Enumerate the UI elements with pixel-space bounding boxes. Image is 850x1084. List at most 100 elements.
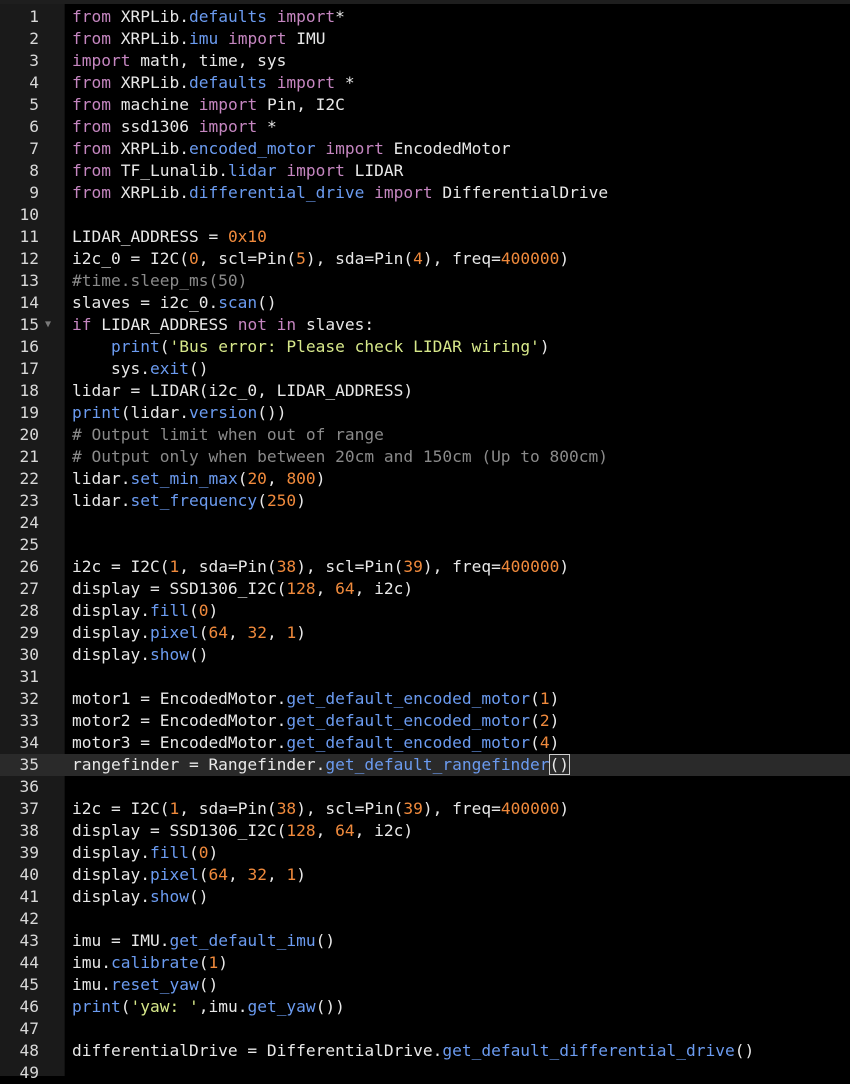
code-line-7[interactable]: 7 from XRPLib.encoded_motor import Encode… <box>0 138 850 160</box>
code-line-32[interactable]: 32 motor1 = EncodedMotor.get_default_enco… <box>0 688 850 710</box>
code-text[interactable]: imu = IMU.get_default_imu() <box>72 930 335 952</box>
code-text[interactable]: from XRPLib.defaults import * <box>72 72 355 94</box>
code-text[interactable]: display.show() <box>72 886 208 908</box>
code-line-16[interactable]: 16 print('Bus error: Please check LIDAR … <box>0 336 850 358</box>
line-number: 2 <box>29 29 39 48</box>
code-line-27[interactable]: 27 display = SSD1306_I2C(128, 64, i2c) <box>0 578 850 600</box>
code-line-39[interactable]: 39 display.fill(0) <box>0 842 850 864</box>
code-text[interactable]: from XRPLib.encoded_motor import Encoded… <box>72 138 511 160</box>
code-line-25[interactable]: 25 <box>0 534 850 556</box>
code-editor[interactable]: 1 from XRPLib.defaults import* 2 from XRPLi… <box>0 0 850 1082</box>
code-line-19[interactable]: 19 print(lidar.version()) <box>0 402 850 424</box>
code-lines[interactable]: 1 from XRPLib.defaults import* 2 from XRPLi… <box>0 6 850 1084</box>
code-line-42[interactable]: 42 <box>0 908 850 930</box>
code-line-6[interactable]: 6 from ssd1306 import * <box>0 116 850 138</box>
code-text[interactable]: from XRPLib.defaults import* <box>72 6 345 28</box>
code-text[interactable]: # Output only when between 20cm and 150c… <box>72 446 608 468</box>
code-line-43[interactable]: 43 imu = IMU.get_default_imu() <box>0 930 850 952</box>
line-number: 49 <box>19 1063 40 1082</box>
code-line-8[interactable]: 8 from TF_Lunalib.lidar import LIDAR <box>0 160 850 182</box>
code-line-33[interactable]: 33 motor2 = EncodedMotor.get_default_enco… <box>0 710 850 732</box>
code-line-29[interactable]: 29 display.pixel(64, 32, 1) <box>0 622 850 644</box>
code-text[interactable]: imu.reset_yaw() <box>72 974 218 996</box>
code-text[interactable]: from TF_Lunalib.lidar import LIDAR <box>72 160 403 182</box>
code-line-5[interactable]: 5 from machine import Pin, I2C <box>0 94 850 116</box>
code-line-49[interactable]: 49 <box>0 1062 850 1084</box>
code-line-20[interactable]: 20 # Output limit when out of range <box>0 424 850 446</box>
code-text[interactable]: print('Bus error: Please check LIDAR wir… <box>72 336 550 358</box>
code-text[interactable]: rangefinder = Rangefinder.get_default_ra… <box>72 754 571 776</box>
code-text[interactable]: display.show() <box>72 644 208 666</box>
code-text[interactable]: differentialDrive = DifferentialDrive.ge… <box>72 1040 754 1062</box>
code-line-3[interactable]: 3 import math, time, sys <box>0 50 850 72</box>
code-line-14[interactable]: 14 slaves = i2c_0.scan() <box>0 292 850 314</box>
code-line-24[interactable]: 24 <box>0 512 850 534</box>
code-line-17[interactable]: 17 sys.exit() <box>0 358 850 380</box>
code-text[interactable]: from XRPLib.differential_drive import Di… <box>72 182 608 204</box>
code-text[interactable]: display.fill(0) <box>72 600 218 622</box>
code-line-9[interactable]: 9 from XRPLib.differential_drive import D… <box>0 182 850 204</box>
code-token: if <box>72 315 92 334</box>
code-line-34[interactable]: 34 motor3 = EncodedMotor.get_default_enco… <box>0 732 850 754</box>
code-text[interactable]: sys.exit() <box>72 358 208 380</box>
code-line-38[interactable]: 38 display = SSD1306_I2C(128, 64, i2c) <box>0 820 850 842</box>
code-line-22[interactable]: 22 lidar.set_min_max(20, 800) <box>0 468 850 490</box>
code-line-48[interactable]: 48 differentialDrive = DifferentialDrive.… <box>0 1040 850 1062</box>
code-text[interactable]: display = SSD1306_I2C(128, 64, i2c) <box>72 578 413 600</box>
code-text[interactable]: print(lidar.version()) <box>72 402 286 424</box>
code-line-46[interactable]: 46 print('yaw: ',imu.get_yaw()) <box>0 996 850 1018</box>
code-line-4[interactable]: 4 from XRPLib.defaults import * <box>0 72 850 94</box>
code-line-28[interactable]: 28 display.fill(0) <box>0 600 850 622</box>
code-line-10[interactable]: 10 <box>0 204 850 226</box>
code-line-12[interactable]: 12 i2c_0 = I2C(0, scl=Pin(5), sda=Pin(4),… <box>0 248 850 270</box>
code-line-2[interactable]: 2 from XRPLib.imu import IMU <box>0 28 850 50</box>
code-text[interactable]: import math, time, sys <box>72 50 286 72</box>
line-number: 45 <box>19 975 40 994</box>
code-text[interactable]: lidar.set_min_max(20, 800) <box>72 468 325 490</box>
code-line-23[interactable]: 23 lidar.set_frequency(250) <box>0 490 850 512</box>
code-text[interactable]: #time.sleep_ms(50) <box>72 270 247 292</box>
code-line-35[interactable]: 35 rangefinder = Rangefinder.get_default_… <box>0 754 850 776</box>
code-text[interactable]: # Output limit when out of range <box>72 424 384 446</box>
code-line-45[interactable]: 45 imu.reset_yaw() <box>0 974 850 996</box>
code-line-47[interactable]: 47 <box>0 1018 850 1040</box>
fold-toggle-icon[interactable]: ▼ <box>45 314 51 336</box>
code-text[interactable]: motor2 = EncodedMotor.get_default_encode… <box>72 710 559 732</box>
code-text[interactable]: from XRPLib.imu import IMU <box>72 28 325 50</box>
code-text[interactable]: motor1 = EncodedMotor.get_default_encode… <box>72 688 559 710</box>
code-text[interactable]: motor3 = EncodedMotor.get_default_encode… <box>72 732 559 754</box>
code-line-1[interactable]: 1 from XRPLib.defaults import* <box>0 6 850 28</box>
code-text[interactable]: LIDAR_ADDRESS = 0x10 <box>72 226 267 248</box>
code-text[interactable]: i2c_0 = I2C(0, scl=Pin(5), sda=Pin(4), f… <box>72 248 569 270</box>
code-text[interactable]: slaves = i2c_0.scan() <box>72 292 277 314</box>
code-line-31[interactable]: 31 <box>0 666 850 688</box>
code-line-15[interactable]: 15 ▼ if LIDAR_ADDRESS not in slaves: <box>0 314 850 336</box>
code-text[interactable]: from ssd1306 import * <box>72 116 277 138</box>
code-line-26[interactable]: 26 i2c = I2C(1, sda=Pin(38), scl=Pin(39),… <box>0 556 850 578</box>
code-text[interactable]: i2c = I2C(1, sda=Pin(38), scl=Pin(39), f… <box>72 798 569 820</box>
code-text[interactable]: imu.calibrate(1) <box>72 952 228 974</box>
code-line-30[interactable]: 30 display.show() <box>0 644 850 666</box>
code-text[interactable]: if LIDAR_ADDRESS not in slaves: <box>72 314 374 336</box>
code-text[interactable]: lidar = LIDAR(i2c_0, LIDAR_ADDRESS) <box>72 380 413 402</box>
code-line-44[interactable]: 44 imu.calibrate(1) <box>0 952 850 974</box>
code-line-18[interactable]: 18 lidar = LIDAR(i2c_0, LIDAR_ADDRESS) <box>0 380 850 402</box>
code-text[interactable]: display.pixel(64, 32, 1) <box>72 622 306 644</box>
code-line-37[interactable]: 37 i2c = I2C(1, sda=Pin(38), scl=Pin(39),… <box>0 798 850 820</box>
code-text[interactable]: display.pixel(64, 32, 1) <box>72 864 306 886</box>
code-line-40[interactable]: 40 display.pixel(64, 32, 1) <box>0 864 850 886</box>
code-text[interactable]: from machine import Pin, I2C <box>72 94 345 116</box>
code-line-41[interactable]: 41 display.show() <box>0 886 850 908</box>
code-text[interactable]: display.fill(0) <box>72 842 218 864</box>
code-line-21[interactable]: 21 # Output only when between 20cm and 15… <box>0 446 850 468</box>
code-token: ), freq= <box>422 249 501 268</box>
code-text[interactable]: i2c = I2C(1, sda=Pin(38), scl=Pin(39), f… <box>72 556 569 578</box>
code-token: 400000 <box>500 799 560 818</box>
code-line-11[interactable]: 11 LIDAR_ADDRESS = 0x10 <box>0 226 850 248</box>
code-text[interactable]: display = SSD1306_I2C(128, 64, i2c) <box>72 820 413 842</box>
code-line-36[interactable]: 36 <box>0 776 850 798</box>
code-text[interactable]: lidar.set_frequency(250) <box>72 490 306 512</box>
code-text[interactable]: print('yaw: ',imu.get_yaw()) <box>72 996 345 1018</box>
code-line-13[interactable]: 13 #time.sleep_ms(50) <box>0 270 850 292</box>
code-token: 32 <box>247 865 267 884</box>
